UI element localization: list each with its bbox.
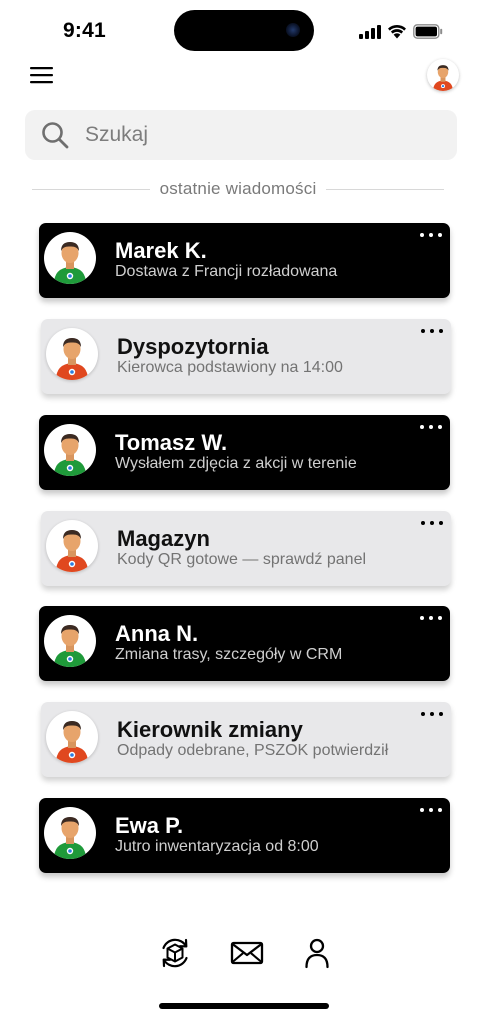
person-avatar-icon (433, 65, 453, 91)
conversation-preview: Dostawa z Francji rozładowana (115, 263, 338, 280)
nav-profile-button[interactable] (299, 935, 335, 971)
cellular-signal-icon (359, 24, 381, 39)
conversation-preview: Kierowca podstawiony na 14:00 (117, 359, 343, 376)
conversation-preview: Kody QR gotowe — sprawdź panel (117, 551, 367, 568)
conversation-name: Magazyn (117, 526, 210, 551)
conversation-name: Anna N. (115, 621, 199, 646)
conversation-avatar (44, 424, 96, 476)
conversation-item[interactable]: Marek K. Dostawa z Francji rozładowana (39, 223, 450, 298)
more-options-icon[interactable] (420, 613, 442, 623)
more-options-icon[interactable] (421, 326, 443, 336)
divider-line (32, 188, 150, 190)
conversation-item[interactable]: Kierownik zmiany Odpady odebrane, PSZOK … (41, 702, 451, 777)
person-avatar-icon (54, 625, 86, 667)
search-icon (42, 122, 69, 149)
conversation-name: Kierownik zmiany (117, 717, 303, 742)
nav-packages-button[interactable] (157, 935, 193, 971)
conversation-name: Tomasz W. (115, 430, 228, 455)
conversation-item[interactable]: Ewa P. Jutro inwentaryzacja od 8:00 (39, 798, 450, 873)
hamburger-menu-icon[interactable] (29, 62, 55, 88)
profile-avatar[interactable] (427, 59, 459, 91)
conversation-name: Dyspozytornia (117, 334, 269, 359)
conversation-item[interactable]: Anna N. Zmiana trasy, szczegóły w CRM (39, 606, 450, 681)
battery-icon (413, 24, 443, 39)
status-bar: 9:41 (0, 0, 489, 62)
conversation-name: Marek K. (115, 238, 207, 263)
package-sync-icon (162, 938, 188, 968)
conversation-item[interactable]: Tomasz W. Wysłałem zdjęcia z akcji w ter… (39, 415, 450, 490)
conversation-avatar (44, 807, 96, 859)
more-options-icon[interactable] (421, 709, 443, 719)
divider-line (326, 188, 444, 190)
person-avatar-icon (56, 530, 88, 572)
person-avatar-icon (56, 721, 88, 763)
nav-messages-button[interactable] (229, 935, 265, 971)
status-icons (359, 24, 443, 39)
conversation-avatar (44, 615, 96, 667)
more-options-icon[interactable] (421, 518, 443, 528)
section-divider: ostatnie wiadomości (32, 178, 444, 200)
envelope-icon (230, 941, 264, 965)
conversation-name: Ewa P. (115, 813, 184, 838)
conversation-item[interactable]: Magazyn Kody QR gotowe — sprawdź panel (41, 511, 451, 586)
section-label: ostatnie wiadomości (159, 179, 317, 198)
conversation-avatar (46, 711, 98, 763)
conversation-avatar (46, 520, 98, 572)
dynamic-island (174, 10, 314, 51)
more-options-icon[interactable] (420, 805, 442, 815)
person-avatar-icon (54, 434, 86, 476)
conversation-preview: Zmiana trasy, szczegóły w CRM (115, 646, 343, 663)
person-avatar-icon (54, 242, 86, 284)
conversation-avatar (44, 232, 96, 284)
wifi-icon (388, 24, 406, 39)
search-bar[interactable] (25, 110, 457, 160)
status-time: 9:41 (63, 19, 106, 42)
conversation-avatar (46, 328, 98, 380)
bottom-navigation (0, 935, 489, 973)
conversation-preview: Odpady odebrane, PSZOK potwierdził (117, 742, 389, 759)
conversation-preview: Jutro inwentaryzacja od 8:00 (115, 838, 319, 855)
conversation-preview: Wysłałem zdjęcia z akcji w terenie (115, 455, 357, 472)
more-options-icon[interactable] (420, 422, 442, 432)
home-indicator[interactable] (159, 1003, 329, 1009)
conversation-item[interactable]: Dyspozytornia Kierowca podstawiony na 14… (41, 319, 451, 394)
more-options-icon[interactable] (420, 230, 442, 240)
user-icon (305, 938, 329, 969)
person-avatar-icon (56, 338, 88, 380)
person-avatar-icon (54, 817, 86, 859)
search-input[interactable] (85, 110, 445, 160)
camera-icon (286, 23, 300, 37)
